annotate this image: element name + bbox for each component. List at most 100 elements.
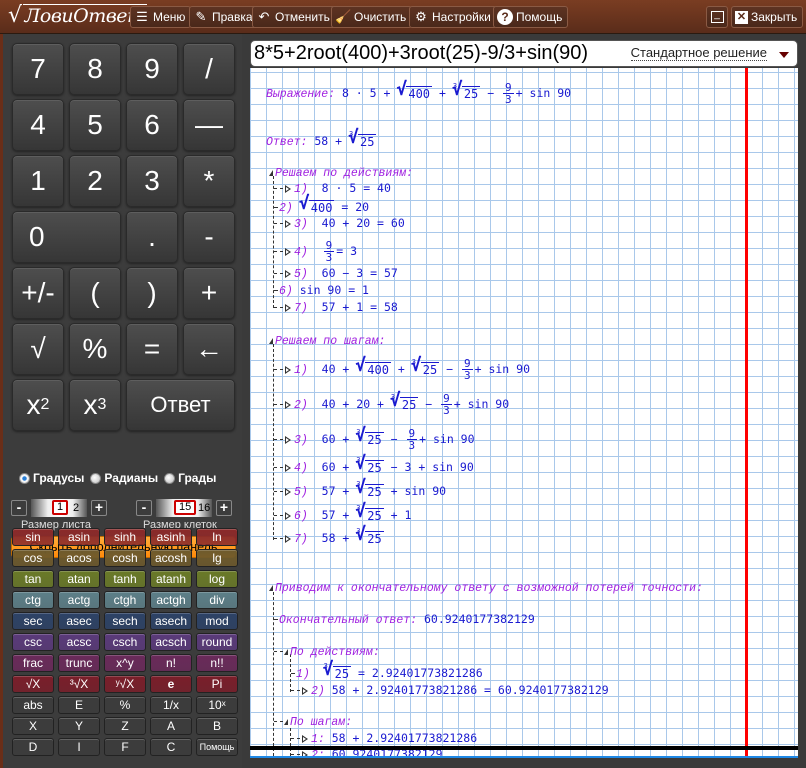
solution-mode-select[interactable]: Стандартное решение (630, 46, 767, 61)
key-2[interactable]: 2 (69, 155, 121, 207)
radio-radians[interactable]: Радианы (90, 471, 158, 485)
fn-key-Pi[interactable]: Pi (196, 675, 238, 693)
key-0[interactable]: 0 (12, 211, 121, 263)
key-sqrt[interactable]: √ (12, 323, 64, 375)
fn-key-sec[interactable]: sec (12, 612, 54, 630)
fn-key-tan[interactable]: tan (12, 570, 54, 588)
fn-key-mod[interactable]: mod (196, 612, 238, 630)
by-actions-heading[interactable]: Решаем по действиям: (269, 165, 413, 181)
fn-key-actgh[interactable]: actgh (150, 591, 192, 609)
key-close-paren[interactable]: ) (126, 267, 178, 319)
fn-key-ctgh[interactable]: ctgh (104, 591, 146, 609)
fn-key-div[interactable]: div (196, 591, 238, 609)
fn-key-asinh[interactable]: asinh (150, 528, 192, 546)
fn-key-lg[interactable]: lg (196, 549, 238, 567)
fn-key-1_x[interactable]: 1/x (150, 696, 192, 714)
collapse-icon[interactable] (269, 584, 273, 591)
action-step[interactable]: 3) 40 + 20 = 60 (274, 216, 405, 232)
step-line[interactable]: 3) 60 + 325 − 93+ sin 90 (274, 428, 475, 451)
fn-key-cosh[interactable]: cosh (104, 549, 146, 567)
key-multiply[interactable]: * (183, 155, 235, 207)
fn-key-sin[interactable]: sin (12, 528, 54, 546)
fn-key-acos[interactable]: acos (58, 549, 100, 567)
fn-key-atan[interactable]: atan (58, 570, 100, 588)
collapse-icon[interactable] (269, 337, 273, 344)
key-7[interactable]: 7 (12, 43, 64, 95)
step-line[interactable]: 6) 57 + 325 + 1 (274, 504, 411, 524)
fn-key-trunc[interactable]: trunc (58, 654, 100, 672)
fn-key-csch[interactable]: csch (104, 633, 146, 651)
fn-key-B[interactable]: B (196, 717, 238, 735)
fn-key-__X[interactable]: ʸ√X (104, 675, 146, 693)
key-backspace[interactable]: ← (183, 323, 235, 375)
undo-button[interactable]: ↶ Отменить (252, 6, 336, 28)
fn-key-tanh[interactable]: tanh (104, 570, 146, 588)
cell-size-plus-button[interactable]: + (216, 500, 232, 516)
fn-key-n__[interactable]: n!! (196, 654, 238, 672)
key-plus[interactable]: + (183, 267, 235, 319)
approx-step[interactable]: 1: 58 + 2.92401773821286 (291, 731, 477, 747)
fn-key-frac[interactable]: frac (12, 654, 54, 672)
key-6[interactable]: 6 (126, 99, 178, 151)
fn-key-X[interactable]: X (12, 717, 54, 735)
collapse-icon[interactable] (284, 718, 288, 725)
fn-key-C[interactable]: C (150, 738, 192, 756)
step-line[interactable]: 1) 40 + 400 + 325 − 93+ sin 90 (274, 358, 530, 381)
approx-action-step[interactable]: 2) 58 + 2.92401773821286 = 60.9240177382… (291, 683, 609, 699)
fn-key-ctg[interactable]: ctg (12, 591, 54, 609)
expression-input[interactable]: 8*5+2root(400)+3root(25)-9/3+sin(90) (251, 42, 631, 65)
fn-key-F[interactable]: F (104, 738, 146, 756)
fn-key-e[interactable]: e (150, 675, 192, 693)
fn-key-atanh[interactable]: atanh (150, 570, 192, 588)
key-3[interactable]: 3 (126, 155, 178, 207)
menu-button[interactable]: ☰ Меню (130, 6, 192, 28)
fn-key-sinh[interactable]: sinh (104, 528, 146, 546)
collapse-icon[interactable] (269, 169, 273, 176)
fn-key-round[interactable]: round (196, 633, 238, 651)
answer-button[interactable]: Ответ (126, 379, 235, 431)
dropdown-arrow-icon[interactable] (779, 52, 789, 58)
fn-key-I[interactable]: I (58, 738, 100, 756)
fn-key-csc[interactable]: csc (12, 633, 54, 651)
key-1[interactable]: 1 (12, 155, 64, 207)
fn-key-D[interactable]: D (12, 738, 54, 756)
key-divide[interactable]: / (183, 43, 235, 95)
step-line[interactable]: 4) 60 + 325 − 3 + sin 90 (274, 456, 474, 476)
close-button[interactable]: ✕ Закрыть (731, 6, 804, 28)
key-9[interactable]: 9 (126, 43, 178, 95)
fn-key-actg[interactable]: actg (58, 591, 100, 609)
edit-button[interactable]: ✎ Правка (189, 6, 259, 28)
sheet-size-minus-button[interactable]: - (11, 500, 27, 516)
settings-button[interactable]: ⚙ Настройки (409, 6, 497, 28)
approx-steps-heading[interactable]: По шагам: (274, 714, 352, 730)
action-step[interactable]: 5) 60 − 3 = 57 (274, 266, 398, 282)
key-4[interactable]: 4 (12, 99, 64, 151)
action-step[interactable]: 6) sin 90 = 1 (274, 283, 369, 299)
fn-key-A[interactable]: A (150, 717, 192, 735)
cell-size-minus-button[interactable]: - (136, 500, 152, 516)
radio-grads[interactable]: Грады (164, 471, 216, 485)
key-square[interactable]: x2 (12, 379, 64, 431)
fn-key-acosh[interactable]: acosh (150, 549, 192, 567)
step-line[interactable]: 5) 57 + 325 + sin 90 (274, 480, 446, 500)
fn-key-_[interactable]: % (104, 696, 146, 714)
key-decimal[interactable]: . (126, 211, 178, 263)
action-step[interactable]: 2) 400 = 20 (274, 197, 369, 216)
scrollbar[interactable] (798, 40, 806, 768)
sheet-size-plus-button[interactable]: + (91, 500, 107, 516)
fn-key-ln[interactable]: ln (196, 528, 238, 546)
fn-key-asech[interactable]: asech (150, 612, 192, 630)
key-minus[interactable]: - (183, 211, 235, 263)
cell-size-value[interactable]: 15 16 (156, 499, 212, 517)
fn-key-x_y[interactable]: x^y (104, 654, 146, 672)
fn-key-Y[interactable]: Y (58, 717, 100, 735)
approx-heading[interactable]: Приводим к окончательному ответу с возмо… (269, 580, 703, 596)
action-step[interactable]: 7) 57 + 1 = 58 (274, 300, 398, 316)
key-plus-minus[interactable]: +/- (12, 267, 64, 319)
key-8[interactable]: 8 (69, 43, 121, 95)
fn-key-log[interactable]: log (196, 570, 238, 588)
fn-key-sech[interactable]: sech (104, 612, 146, 630)
by-steps-heading[interactable]: Решаем по шагам: (269, 333, 385, 349)
fn-key-n_[interactable]: n! (150, 654, 192, 672)
key-percent[interactable]: % (69, 323, 121, 375)
